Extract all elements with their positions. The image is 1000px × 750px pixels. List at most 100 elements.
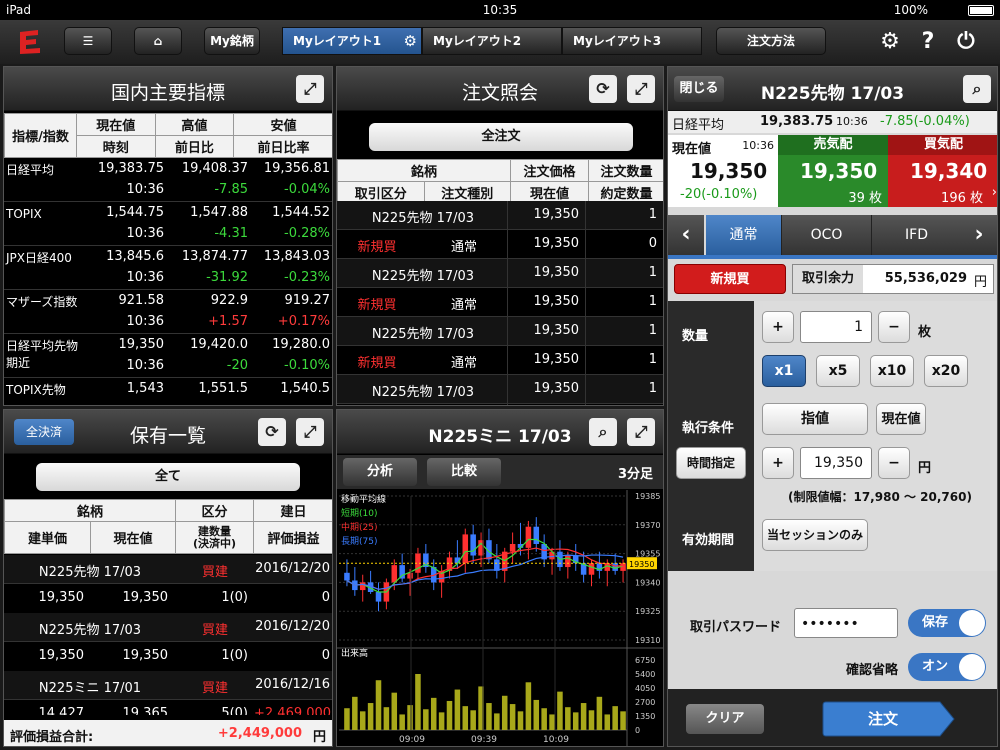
col-divider (585, 317, 586, 375)
index-low: 13,843.03 (263, 249, 330, 264)
order-qty: 1 (648, 265, 657, 280)
expand-icon[interactable]: ⤢ (627, 418, 655, 446)
market-order-button[interactable]: 現在値 (876, 403, 926, 435)
tab-oco[interactable]: OCO (782, 215, 872, 255)
search-icon[interactable]: ⌕ (589, 418, 617, 446)
limit-order-button[interactable]: 指値 (762, 403, 868, 435)
holding-row[interactable]: N225ミニ 17/01 買建 2016/12/16 14,427 19,365 5(0)… (4, 671, 332, 715)
index-low: 919.27 (284, 293, 331, 308)
tab-next-icon[interactable]: › (961, 215, 997, 255)
expand-icon[interactable]: ⤢ (296, 418, 324, 446)
multiplier-x5[interactable]: x5 (816, 355, 860, 387)
index-row[interactable]: 日経平均先物 期近 19,350 19,420.0 19,280.0 10:36 -20 -… (4, 334, 332, 378)
layout-tab-3[interactable]: Myレイアウト3 (562, 27, 702, 55)
holding-row[interactable]: N225先物 17/03 買建 2016/12/20 19,350 19,350 1(0)… (4, 555, 332, 613)
refresh-icon[interactable]: ⟳ (589, 75, 617, 103)
expand-icon[interactable]: ⤢ (627, 75, 655, 103)
refresh-icon[interactable]: ⟳ (258, 418, 286, 446)
multiplier-x10[interactable]: x10 (870, 355, 914, 387)
index-row[interactable]: JPX日経400 13,845.6 13,874.77 13,843.03 10:36 -… (4, 246, 332, 290)
holding-current: 19,365 (122, 706, 169, 715)
my-stocks-button[interactable]: My銘柄 (204, 27, 260, 55)
layout-tab-2[interactable]: Myレイアウト2 (422, 27, 562, 55)
margin-unit: 円 (973, 275, 987, 290)
qty-input[interactable]: 1 (800, 311, 872, 343)
clock: 10:35 (482, 3, 518, 17)
new-buy-button[interactable]: 新規買 (674, 264, 786, 294)
ma-title: 移動平均線 (341, 493, 386, 505)
index-high: 19,408.37 (181, 161, 248, 176)
help-icon[interactable]: ? (914, 28, 942, 56)
expand-icon[interactable]: ⤢ (296, 75, 324, 103)
search-icon[interactable]: ⌕ (963, 75, 991, 103)
margin-value: 55,536,029 (884, 271, 967, 286)
multiplier-x20[interactable]: x20 (924, 355, 968, 387)
index-name: TOPIX先物 (6, 383, 66, 397)
price-range: (制限値幅：17,980 〜 20,760) (788, 490, 972, 504)
price-plus-button[interactable]: + (762, 447, 794, 479)
tab-prev-icon[interactable]: ‹ (668, 215, 704, 255)
menu-button[interactable]: ☰ (64, 27, 112, 55)
volume-bar (415, 674, 421, 730)
interval-label[interactable]: 3分足 (618, 463, 653, 482)
validity-button[interactable]: 当セッションのみ (762, 519, 868, 551)
multiplier-x1[interactable]: x1 (762, 355, 806, 387)
col-header: 銘柄 (337, 159, 511, 182)
price-minus-button[interactable]: − (878, 447, 910, 479)
col-header: 区分 (175, 499, 254, 522)
order-button[interactable]: 注文 (822, 701, 944, 737)
layout-tab-1[interactable]: Myレイアウト1 ⚙ (282, 27, 422, 55)
home-button[interactable]: ⌂ (134, 27, 182, 55)
volume-tick-label: 6750 (635, 656, 655, 665)
order-qty: 1 (648, 381, 657, 396)
col-divider (507, 259, 508, 317)
holdings-table: 銘柄 区分 建日 建単価 現在値 建数量 (決済中) 評価損益 (4, 499, 332, 554)
holding-row[interactable]: N225先物 17/03 買建 2016/12/20 19,350 19,350 1(0)… (4, 613, 332, 671)
price-tick-label: 19340 (635, 578, 660, 587)
clear-button[interactable]: クリア (686, 704, 764, 734)
bid-label: 買気配 (888, 135, 997, 155)
order-filled: 1 (648, 294, 657, 309)
analysis-button[interactable]: 分析 (343, 458, 417, 486)
holding-side: 買建 (201, 565, 228, 580)
price-chart[interactable]: 移動平均線 短期(10) 中期(25) 長期(75) 出来高 19385 1937… (337, 490, 664, 747)
scroll-right-icon[interactable]: › (992, 185, 997, 200)
qty-plus-button[interactable]: + (762, 311, 794, 343)
index-row[interactable]: マザーズ指数 921.58 922.9 919.27 10:36 +1.57 +0.17% (4, 290, 332, 334)
chart-toolbar: 分析 比較 3分足 (337, 455, 663, 489)
qty-minus-button[interactable]: − (878, 311, 910, 343)
ask-box[interactable]: 売気配 19,350 39 枚 (778, 135, 888, 207)
index-time: 10:36 (126, 314, 164, 329)
order-method-button[interactable]: 注文方法 (716, 27, 826, 55)
index-row[interactable]: 日経平均 19,383.75 19,408.37 19,356.81 10:36 -7.8… (4, 158, 332, 202)
col-header: 現在値 (76, 113, 156, 136)
order-row[interactable]: N225先物 17/03 19,350 1 新規買 通常 19,350 0 (337, 201, 663, 259)
price-unit: 円 (918, 461, 932, 476)
order-row[interactable]: N225先物 17/03 19,350 1 新規買 通常 19,350 1 (337, 259, 663, 317)
all-orders-button[interactable]: 全注文 (369, 123, 633, 151)
tab-ifd[interactable]: IFD (872, 215, 962, 255)
order-row[interactable]: N225先物 17/03 19,350 1 新規買 通常 19,350 1 (337, 317, 663, 375)
gear-icon[interactable]: ⚙ (404, 28, 417, 54)
order-qty: 1 (648, 207, 657, 222)
order-row[interactable]: N225先物 17/03 19,350 1 (337, 375, 663, 405)
time-spec-button[interactable]: 時間指定 (676, 447, 746, 479)
holding-unit-price: 14,427 (38, 706, 85, 715)
save-password-toggle[interactable]: 保存 (908, 609, 986, 637)
col-header: 評価損益 (253, 521, 332, 554)
password-input[interactable]: ••••••• (794, 608, 898, 638)
skip-confirm-toggle[interactable]: オン (908, 653, 986, 681)
compare-button[interactable]: 比較 (427, 458, 501, 486)
power-icon[interactable]: ⏻ (952, 28, 980, 56)
settings-icon[interactable]: ⚙ (876, 28, 904, 56)
all-holdings-button[interactable]: 全て (36, 463, 300, 491)
index-row[interactable]: TOPIX先物 1,543 1,551.5 1,540.5 (4, 378, 332, 405)
ma-short-legend: 短期(10) (341, 507, 377, 519)
current-price: 19,350 (690, 159, 768, 183)
index-row[interactable]: TOPIX 1,544.75 1,547.88 1,544.52 10:36 -4.31 -… (4, 202, 332, 246)
price-input[interactable]: 19,350 (800, 447, 872, 479)
bid-box[interactable]: 買気配 19,340 196 枚 › (888, 135, 997, 207)
candle (391, 565, 398, 583)
tab-normal[interactable]: 通常 (706, 215, 782, 255)
index-change: -20 (226, 358, 248, 373)
